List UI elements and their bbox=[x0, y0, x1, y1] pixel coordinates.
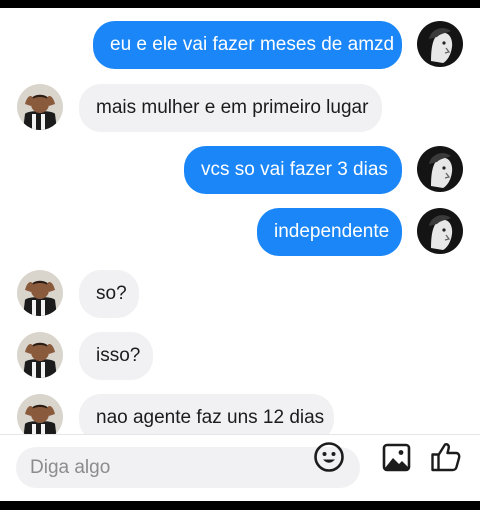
message-input[interactable]: Diga algo bbox=[16, 447, 360, 488]
contact-avatar[interactable] bbox=[17, 332, 63, 378]
emoji-icon[interactable] bbox=[313, 441, 345, 473]
outgoing-message[interactable]: vcs so vai fazer 3 dias bbox=[184, 146, 402, 194]
my-avatar[interactable] bbox=[417, 146, 463, 192]
image-icon[interactable] bbox=[382, 443, 411, 472]
my-avatar[interactable] bbox=[417, 208, 463, 254]
thumbs-up-icon[interactable] bbox=[430, 441, 462, 473]
outgoing-message[interactable]: independente bbox=[257, 208, 402, 256]
incoming-message[interactable]: mais mulher e em primeiro lugar bbox=[79, 84, 382, 132]
contact-avatar[interactable] bbox=[17, 84, 63, 130]
outgoing-message[interactable]: eu e ele vai fazer meses de amzd bbox=[93, 21, 402, 69]
my-avatar[interactable] bbox=[417, 21, 463, 67]
contact-avatar[interactable] bbox=[17, 270, 63, 316]
incoming-message[interactable]: so? bbox=[79, 270, 139, 318]
chat-screen: eu e ele vai fazer meses de amzd mais mu… bbox=[0, 8, 480, 501]
incoming-message[interactable]: isso? bbox=[79, 332, 153, 380]
